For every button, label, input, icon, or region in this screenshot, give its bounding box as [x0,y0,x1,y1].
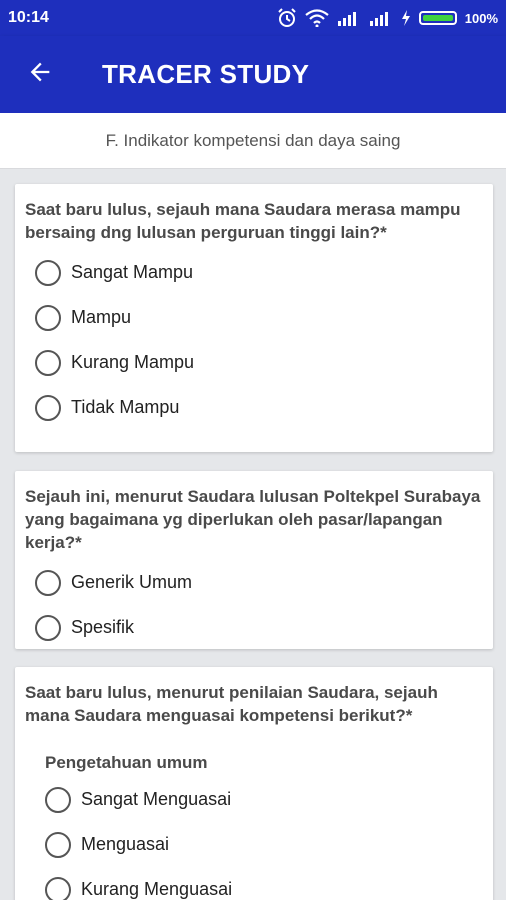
section-title: F. Indikator kompetensi dan daya saing [0,113,506,169]
radio-option[interactable]: Kurang Menguasai [35,867,481,900]
arrow-left-icon [26,58,54,91]
option-label: Spesifik [71,617,135,637]
radio-option[interactable]: Tidak Mampu [25,385,481,430]
back-button[interactable] [0,36,80,113]
option-label: Menguasai [81,834,170,854]
option-label: Tidak Mampu [71,397,180,417]
radio-group: Sangat Menguasai Menguasai Kurang Mengua… [35,777,481,900]
question-text: Saat baru lulus, menurut penilaian Sauda… [25,683,438,725]
radio-button[interactable] [35,304,61,331]
option-label: Mampu [71,307,132,327]
competency-subheading: Pengetahuan umum [45,753,208,772]
battery-percent: 100% [464,10,498,26]
radio-button[interactable] [45,876,71,900]
app-title: TRACER STUDY [102,59,310,89]
radio-group: Generik Umum Spesifik [25,560,481,650]
question-text: Saat baru lulus, sejauh mana Saudara mer… [25,200,461,242]
signal-icon [337,10,361,26]
status-time: 10:14 [8,9,49,26]
battery-fill [422,15,453,21]
option-label: Kurang Mampu [71,352,195,372]
alarm-icon [277,8,297,28]
charging-icon [401,10,411,26]
radio-button[interactable] [35,614,61,641]
question-text: Sejauh ini, menurut Saudara lulusan Polt… [25,487,481,552]
option-label: Sangat Menguasai [81,789,232,809]
question-card: Sejauh ini, menurut Saudara lulusan Polt… [15,471,493,649]
radio-option[interactable]: Generik Umum [25,560,481,605]
radio-option[interactable]: Sangat Menguasai [35,777,481,822]
radio-button[interactable] [35,349,61,376]
wifi-icon [305,9,329,27]
radio-button[interactable] [45,831,71,858]
radio-option[interactable]: Sangat Mampu [25,250,481,295]
option-label: Generik Umum [71,572,193,592]
option-label: Kurang Menguasai [81,879,233,899]
status-bar: 10:14 100% [0,0,506,36]
option-label: Sangat Mampu [71,262,194,282]
status-icons: 100% [277,8,498,28]
radio-option[interactable]: Mampu [25,295,481,340]
battery-icon [418,11,457,25]
app-bar: TRACER STUDY [0,36,506,113]
question-card: Saat baru lulus, menurut penilaian Sauda… [15,667,493,900]
radio-group: Sangat Mampu Mampu Kurang Mampu Tidak Ma… [25,250,481,430]
radio-button[interactable] [35,394,61,421]
radio-button[interactable] [35,259,61,286]
radio-button[interactable] [45,786,71,813]
question-card: Saat baru lulus, sejauh mana Saudara mer… [15,184,493,452]
radio-option[interactable]: Menguasai [35,822,481,867]
signal-icon [369,10,393,26]
radio-option[interactable]: Spesifik [25,605,481,650]
radio-option[interactable]: Kurang Mampu [25,340,481,385]
radio-button[interactable] [35,569,61,596]
